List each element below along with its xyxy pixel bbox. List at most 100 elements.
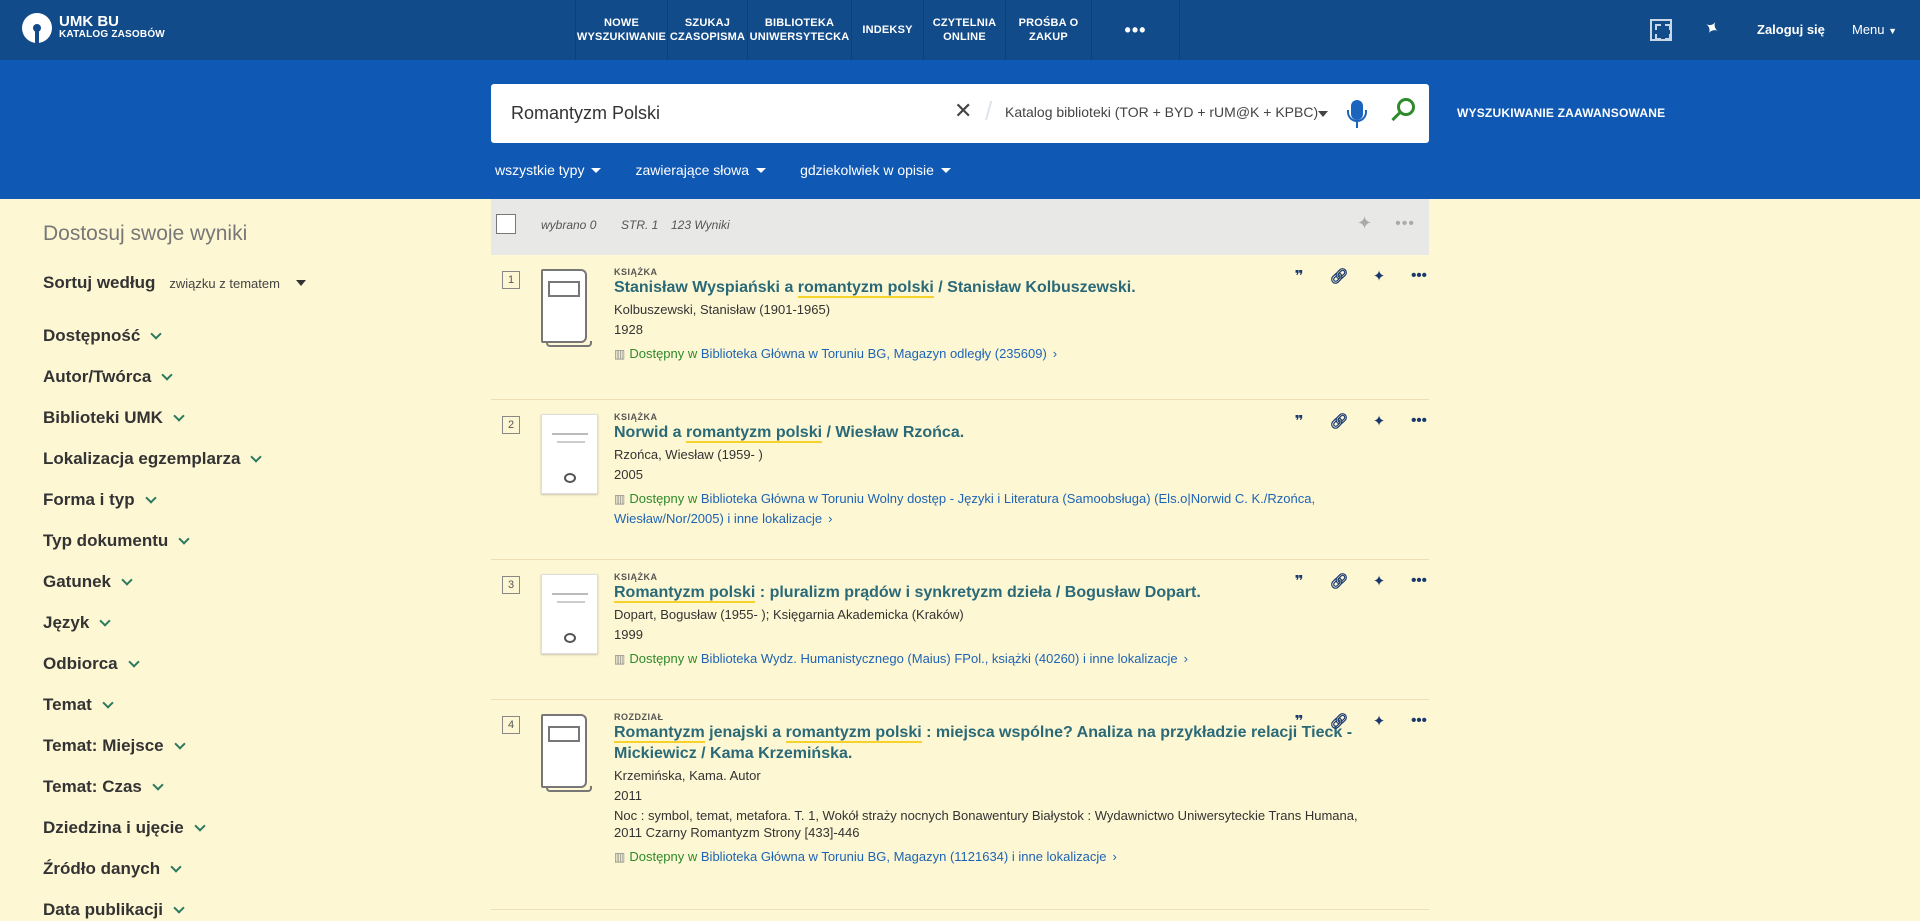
login-link[interactable]: Zaloguj się xyxy=(1757,22,1825,37)
facet-group[interactable]: Temat: Czas xyxy=(43,766,443,807)
facet-group[interactable]: Lokalizacja egzemplarza xyxy=(43,438,443,479)
availability-status: Dostępny w xyxy=(629,849,698,864)
clear-icon[interactable]: ✕ xyxy=(954,98,972,124)
nav-new-search[interactable]: NOWE WYSZUKIWANIE xyxy=(576,0,668,60)
nav-reading-room[interactable]: CZYTELNIA ONLINE xyxy=(924,0,1006,60)
title-part: Romantyzm xyxy=(614,724,705,743)
facet-group[interactable]: Dostępność xyxy=(43,315,443,356)
record-source: Noc : symbol, temat, metafora. T. 1, Wok… xyxy=(614,808,1358,840)
nav-library[interactable]: BIBLIOTEKA UNIWERSYTECKA xyxy=(748,0,852,60)
record-year: 2005 xyxy=(614,467,643,482)
more-icon[interactable]: ••• xyxy=(1399,267,1439,285)
chevron-right-icon: › xyxy=(828,511,833,526)
search-scope-select[interactable]: Katalog biblioteki (TOR + BYD + rUM@K + … xyxy=(1005,104,1318,120)
citation-icon[interactable]: ❞ xyxy=(1279,412,1319,430)
link-icon[interactable]: 🔗︎ xyxy=(1319,267,1359,285)
pin-icon[interactable]: ✦ xyxy=(1359,267,1399,285)
availability-link[interactable]: ▥ Dostępny w Biblioteka Wydz. Humanistycz… xyxy=(614,649,1374,669)
more-icon[interactable]: ••• xyxy=(1399,712,1439,730)
select-all-checkbox[interactable] xyxy=(496,214,516,234)
sort-value[interactable]: związku z tematem xyxy=(169,276,280,291)
record-type: KSIĄŻKA xyxy=(614,412,658,422)
microphone-icon[interactable] xyxy=(1347,100,1367,128)
link-icon[interactable]: 🔗︎ xyxy=(1319,712,1359,730)
record-type: ROZDZIAŁ xyxy=(614,712,664,722)
availability-link[interactable]: ▥ Dostępny w Biblioteka Główna w Toruniu … xyxy=(614,847,1374,867)
facet-label: Źródło danych xyxy=(43,858,161,878)
pin-icon[interactable]: ✦ xyxy=(1359,412,1399,430)
facet-group[interactable]: Język xyxy=(43,602,443,643)
facet-label: Lokalizacja egzemplarza xyxy=(43,448,241,468)
facet-label: Forma i typ xyxy=(43,489,135,509)
chevron-down-icon xyxy=(127,655,140,668)
link-icon[interactable]: 🔗︎ xyxy=(1319,572,1359,590)
availability-status: Dostępny w xyxy=(629,651,698,666)
availability-status: Dostępny w xyxy=(629,491,698,506)
availability-link[interactable]: ▥ Dostępny w Biblioteka Główna w Toruniu … xyxy=(614,344,1374,364)
nav-more-button[interactable]: ••• xyxy=(1092,0,1180,60)
nav-purchase-request[interactable]: PROŚBA O ZAKUP xyxy=(1006,0,1092,60)
more-icon[interactable]: ••• xyxy=(1399,412,1439,430)
record-title[interactable]: Romantyzm polski : pluralizm prądów i sy… xyxy=(614,584,1201,603)
filter-type[interactable]: wszystkie typy xyxy=(495,162,602,178)
facet-group[interactable]: Gatunek xyxy=(43,561,443,602)
record-title[interactable]: Norwid a romantyzm polski / Wiesław Rzoń… xyxy=(614,424,964,443)
facet-label: Temat: Czas xyxy=(43,776,142,796)
pin-icon[interactable]: ✦ xyxy=(1359,572,1399,590)
facet-group[interactable]: Temat xyxy=(43,684,443,725)
advanced-search-link[interactable]: WYSZUKIWANIE ZAAWANSOWANE xyxy=(1457,106,1665,120)
facet-group[interactable]: Forma i typ xyxy=(43,479,443,520)
logo-title: UMK BU xyxy=(59,13,119,30)
title-part: romantyzm polski xyxy=(686,424,823,443)
pin-icon[interactable]: ✦ xyxy=(1700,16,1723,42)
facet-group[interactable]: Odbiorca xyxy=(43,643,443,684)
link-icon[interactable]: 🔗︎ xyxy=(1319,412,1359,430)
filter-words[interactable]: zawierające słowa xyxy=(635,162,767,178)
search-icon[interactable] xyxy=(1397,98,1415,116)
filter-field[interactable]: gdziekolwiek w opisie xyxy=(800,162,951,178)
citation-icon[interactable]: ❞ xyxy=(1279,712,1319,730)
qr-code-icon[interactable] xyxy=(1650,19,1672,41)
facet-group[interactable]: Źródło danych xyxy=(43,848,443,889)
facet-group[interactable]: Dziedzina i ujęcie xyxy=(43,807,443,848)
facet-group[interactable]: Biblioteki UMK xyxy=(43,397,443,438)
citation-icon[interactable]: ❞ xyxy=(1279,267,1319,285)
facet-group[interactable]: Typ dokumentu xyxy=(43,520,443,561)
nav-journals[interactable]: SZUKAJ CZASOPISMA xyxy=(668,0,748,60)
sort-control[interactable]: Sortuj według związku z tematem xyxy=(43,273,443,293)
book-cover-image[interactable] xyxy=(541,414,598,494)
result-record: 2 KSIĄŻKA Norwid a romantyzm polski / Wies… xyxy=(491,400,1429,560)
record-year: 2011 xyxy=(614,788,642,803)
availability-location: Biblioteka Główna w Toruniu BG, Magazyn … xyxy=(700,849,1107,864)
facet-group[interactable]: Temat: Miejsce xyxy=(43,725,443,766)
availability-link[interactable]: ▥ Dostępny w Biblioteka Główna w Toruniu … xyxy=(614,489,1374,529)
menu-button[interactable]: Menu ▼ xyxy=(1852,22,1897,37)
chevron-down-icon xyxy=(173,901,185,914)
book-open-icon: ▥ xyxy=(614,652,626,666)
facet-group[interactable]: Autor/Twórca xyxy=(43,356,443,397)
record-title[interactable]: Romantyzm jenajski a romantyzm polski : … xyxy=(614,724,1352,762)
facet-label: Język xyxy=(43,612,90,632)
availability-location: Biblioteka Główna w Toruniu Wolny dostęp… xyxy=(614,491,1316,526)
record-number: 3 xyxy=(502,576,520,594)
more-icon[interactable]: ••• xyxy=(1395,215,1415,233)
citation-icon[interactable]: ❞ xyxy=(1279,572,1319,590)
book-icon xyxy=(541,714,592,792)
chevron-down-icon xyxy=(178,532,190,545)
caret-down-icon[interactable] xyxy=(295,280,306,286)
logo[interactable]: UMK BU KATALOG ZASOBÓW xyxy=(22,13,165,43)
availability-location: Biblioteka Wydz. Humanistycznego (Maius)… xyxy=(700,651,1178,666)
facet-group[interactable]: Data publikacji xyxy=(43,889,443,921)
record-title[interactable]: Stanisław Wyspiański a romantyzm polski … xyxy=(614,279,1136,298)
book-cover-image[interactable] xyxy=(541,574,598,654)
pin-icon[interactable]: ✦ xyxy=(1359,712,1399,730)
facet-label: Typ dokumentu xyxy=(43,530,169,550)
more-icon[interactable]: ••• xyxy=(1399,572,1439,590)
title-part: romantyzm polski xyxy=(785,724,922,743)
search-input[interactable] xyxy=(511,100,931,126)
pin-icon[interactable]: ✦ xyxy=(1357,213,1372,234)
nav-indexes[interactable]: INDEKSY xyxy=(852,0,924,60)
caret-down-icon[interactable] xyxy=(1318,111,1328,117)
chevron-right-icon: › xyxy=(1112,849,1117,864)
record-year: 1999 xyxy=(614,627,643,642)
